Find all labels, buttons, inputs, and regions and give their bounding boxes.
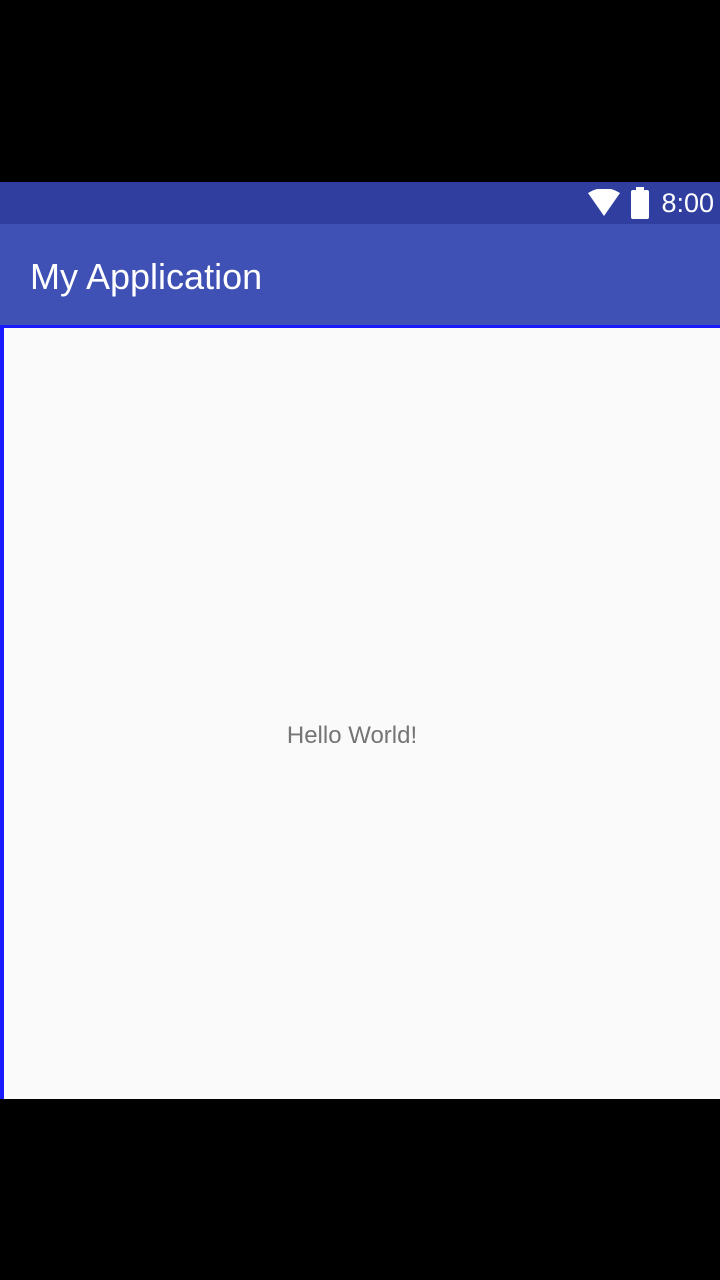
bottom-letterbox [0,1099,720,1280]
hello-text: Hello World! [286,722,418,749]
top-letterbox [0,0,720,182]
clock: 8:00 [661,188,714,218]
battery-icon [631,187,650,219]
app-title: My Application [30,256,263,297]
app-bar: My Application [0,224,720,328]
wifi-icon [587,189,621,217]
main-content: Hello World! [0,328,720,1099]
status-icons: 8:00 [587,182,714,224]
status-bar: 8:00 [0,182,720,224]
